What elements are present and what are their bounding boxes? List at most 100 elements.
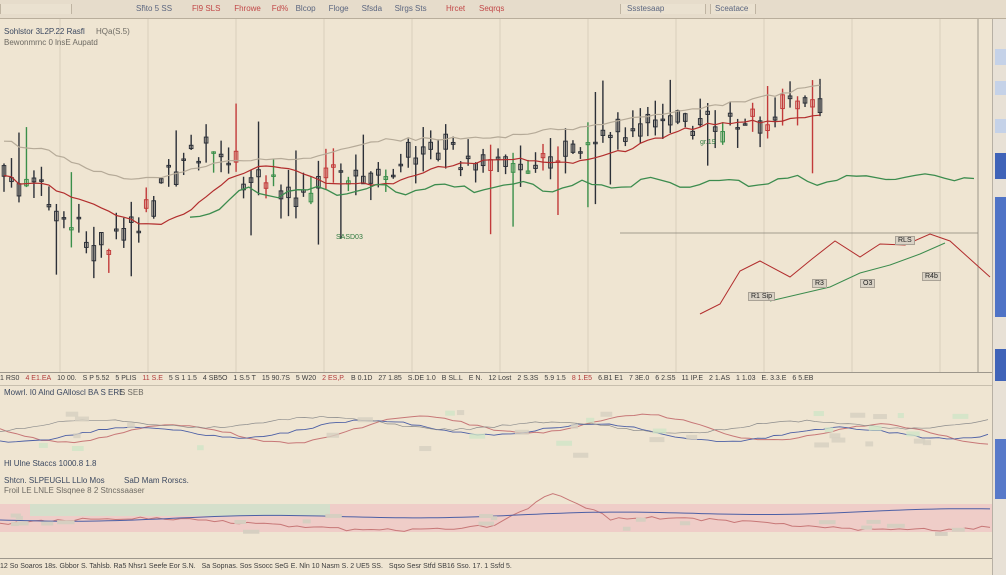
toolbar-item-2[interactable]: Fhrowe xyxy=(234,4,261,14)
main-price-panel[interactable]: Sohlstor 3L2P.22 Rasfl Bewonmrnc 0 lnsE … xyxy=(0,19,992,372)
oscillator-marker xyxy=(357,417,373,423)
oscillator-2-marker xyxy=(10,513,21,518)
oscillator-1-svg xyxy=(0,410,989,458)
toolbar-right-box-1[interactable]: Ssstesaap xyxy=(620,4,706,14)
oscillator-marker xyxy=(127,422,135,428)
oscillator-marker xyxy=(652,428,667,434)
time-axis-top-label-8: 1 S.5 T xyxy=(233,375,256,382)
oscillator-marker xyxy=(445,410,455,416)
time-axis-top-label-0: 1 RS0 xyxy=(0,375,20,382)
oscillator-panel-2[interactable]: Shtcn. SLPEUGLL LLlo Mos SaD Mam Rorscs.… xyxy=(0,474,992,558)
time-axis-top-label-16: E N. xyxy=(468,375,483,382)
oscillator-panel-1[interactable]: Mowrl. I0 Alnd GAlloscl BA S ERE S SEB H… xyxy=(0,385,992,471)
right-bar-highlight-3[interactable] xyxy=(995,439,1006,499)
oscillator-2-marker xyxy=(302,519,311,524)
oscillator-2-marker xyxy=(818,520,836,525)
time-axis-top-label-7: 4 SB5O xyxy=(202,375,228,382)
oscillator-marker xyxy=(873,414,887,420)
time-axis-top: 1 RS0 4 E1.EA 10 00. S P 5.52 5 PLIS 11 S.E 5 … xyxy=(0,372,992,386)
toolbar-item-5[interactable]: Floge xyxy=(329,4,349,14)
oscillator-marker xyxy=(865,441,874,447)
right-bar-scroll-thumb[interactable] xyxy=(995,197,1006,317)
toolbar-item-0[interactable]: Sh̃to 5 SS xyxy=(136,4,172,14)
oscillator-2-svg xyxy=(0,493,992,536)
oscillator-2-marker xyxy=(861,525,873,530)
main-tag-5: RLS xyxy=(895,236,915,245)
time-axis-top-label-17: 12 Lost xyxy=(488,375,512,382)
oscillator-marker xyxy=(326,432,339,438)
right-side-toolbar[interactable] xyxy=(992,19,1006,575)
main-tag-1: R1 Sip xyxy=(748,292,776,301)
osc2-legend-right: SaD Mam Rorscs. xyxy=(124,476,189,485)
oscillator-marker xyxy=(913,438,926,444)
toolbar-item-4[interactable]: Blcop xyxy=(296,4,316,14)
toolbar-item-3[interactable]: Fd% xyxy=(272,4,288,14)
right-bar-button-3[interactable] xyxy=(995,119,1006,133)
time-axis-top-label-2: 10 00. xyxy=(57,375,77,382)
oscillator-2-marker xyxy=(234,519,247,524)
oscillator-2-marker xyxy=(17,521,29,526)
main-legend-line-2: Bewonmrnc 0 lnsE Aupatd xyxy=(4,38,98,47)
time-axis-top-label-18: 2 S.3S xyxy=(517,375,539,382)
time-axis-top-label-24: 11 IP.E xyxy=(681,375,704,382)
osc2-legend-line-1: Shtcn. SLPEUGLL LLlo Mos xyxy=(4,476,105,485)
time-axis-top-label-1: 4 E1.EA xyxy=(25,375,52,382)
time-axis-top-label-23: 6 2.S5 xyxy=(655,375,676,382)
time-axis-top-label-21: 6.B1 E1 xyxy=(598,375,623,382)
oscillator-2-marker xyxy=(478,521,495,526)
oscillator-marker xyxy=(906,431,920,437)
time-axis-top-label-22: 7 3E.0 xyxy=(628,375,650,382)
toolbar-right-label-1: Ssstesaap xyxy=(627,4,665,13)
oscillator-marker xyxy=(197,445,204,451)
right-bar-highlight-2[interactable] xyxy=(995,349,1006,381)
forecast-line xyxy=(699,233,991,315)
osc1-legend-tag-2: Hl Ulne Staccs 1000.8 1.8 xyxy=(4,459,97,468)
main-legend-right: HQa(S.5) xyxy=(96,27,130,36)
toolbar-item-1[interactable]: Fl9 SLS xyxy=(192,4,220,14)
time-axis-top-label-14: S.DE 1.0 xyxy=(407,375,436,382)
main-tag-2: R3 xyxy=(812,279,827,288)
oscillator-2-marker xyxy=(622,526,631,531)
right-bar-highlight[interactable] xyxy=(995,153,1006,179)
time-axis-bottom: 12 So Soaros 18s. Gbbor S. Tahlsb. Ra5 N… xyxy=(0,558,992,575)
moving-average-green xyxy=(189,173,975,218)
toolbar-right-label-2: Sceatace xyxy=(715,4,749,13)
toolbar-selector[interactable] xyxy=(0,4,72,14)
osc2-legend-line-2: Froil LE LNLE Slsqnee 8 2 Stncssaaser xyxy=(4,486,145,495)
time-axis-top-label-13: 27 1.85 xyxy=(378,375,402,382)
toolbar-item-9[interactable]: Seqrqs xyxy=(479,4,504,14)
oscillator-marker xyxy=(586,417,595,423)
right-bar-button-1[interactable] xyxy=(995,49,1006,65)
time-axis-top-label-20: 8 1.E5 xyxy=(571,375,593,382)
oscillator-marker xyxy=(570,423,579,429)
oscillator-marker xyxy=(813,411,824,417)
toolbar-item-7[interactable]: Slrgs Sts xyxy=(395,4,427,14)
oscillator-2-marker xyxy=(935,531,948,536)
oscillator-2-marker xyxy=(243,529,260,534)
oscillator-marker xyxy=(829,433,841,439)
main-tag-3: R4b xyxy=(922,272,941,281)
main-legend-line-1: Sohlstor 3L2P.22 Rasfl xyxy=(4,27,85,36)
right-bar-button-2[interactable] xyxy=(995,81,1006,95)
time-axis-top-label-26: 1 1.03 xyxy=(736,375,756,382)
toolbar-item-6[interactable]: Sfsda xyxy=(362,4,382,14)
oscillator-2-marker xyxy=(886,523,905,528)
oscillator-marker xyxy=(556,440,573,446)
main-note-green: SASD03 xyxy=(336,234,363,241)
oscillator-marker xyxy=(649,437,665,443)
osc1-legend: Mowrl. I0 Alnd GAlloscl BA S ERE xyxy=(4,388,125,397)
oscillator-marker xyxy=(831,437,846,443)
time-axis-top-label-10: 5 W20 xyxy=(295,375,317,382)
time-axis-top-label-15: B SL.L xyxy=(441,375,463,382)
osc1-legend-tag: S SEB xyxy=(120,388,144,397)
band-green xyxy=(30,504,330,516)
time-axis-top-label-3: S P 5.52 xyxy=(82,375,110,382)
oscillator-2-marker xyxy=(679,521,691,526)
time-axis-top-label-4: 5 PLIS xyxy=(115,375,137,382)
top-toolbar: Sh̃to 5 SS Fl9 SLS Fhrowe Fd% Blcop Floge Sfsd… xyxy=(0,0,1006,19)
oscillator-marker xyxy=(419,446,432,452)
oscillator-marker xyxy=(514,429,529,435)
toolbar-right-box-2[interactable]: Sceatace xyxy=(710,4,756,14)
time-axis-top-label-27: E. 3.3.E xyxy=(761,375,787,382)
toolbar-item-8[interactable]: Hrcet xyxy=(446,4,465,14)
